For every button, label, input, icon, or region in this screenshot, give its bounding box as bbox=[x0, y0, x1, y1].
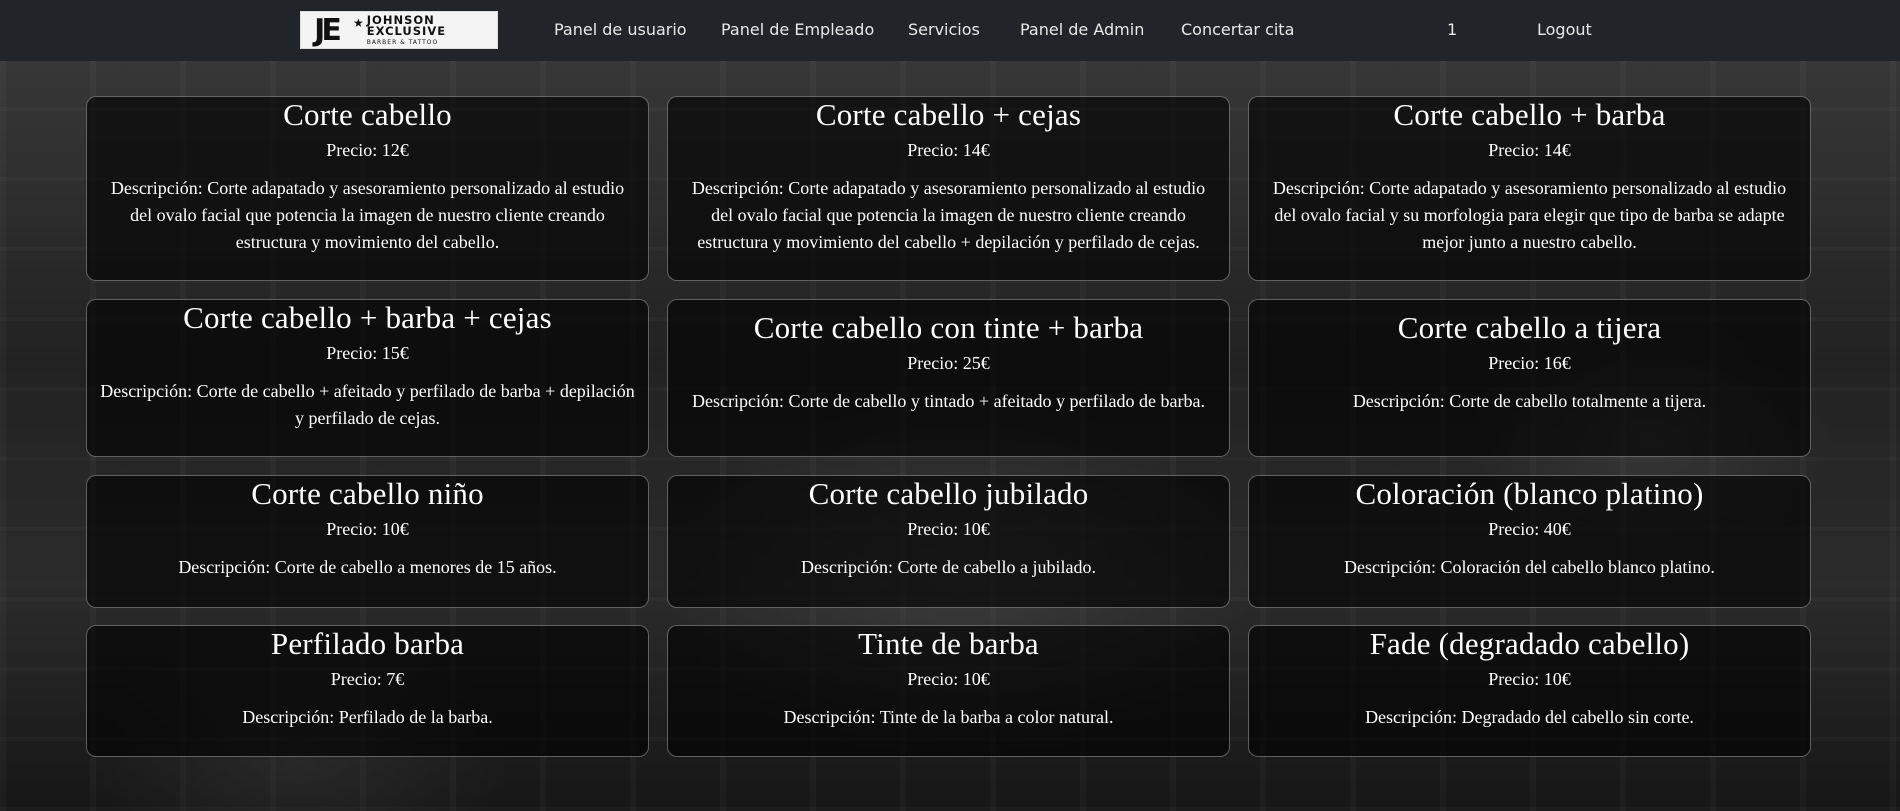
service-description: Descripción: Corte de cabello totalmente… bbox=[1352, 391, 1707, 411]
nav-servicios[interactable]: Servicios bbox=[908, 20, 980, 39]
service-description: Descripción: Coloración del cabello blan… bbox=[1344, 557, 1715, 577]
service-price: Precio: 10€ bbox=[1488, 669, 1571, 689]
service-description: Descripción: Corte de cabello a jubilado… bbox=[801, 557, 1096, 577]
service-title: Corte cabello + cejas bbox=[815, 97, 1082, 132]
service-title: Corte cabello bbox=[283, 97, 452, 132]
service-card: Corte cabello a tijera Precio: 16€ Descr… bbox=[1248, 299, 1811, 457]
service-title: Coloración (blanco platino) bbox=[1355, 476, 1704, 511]
service-price: Precio: 14€ bbox=[907, 140, 990, 160]
nav-user-id[interactable]: 1 bbox=[1447, 20, 1457, 39]
service-description: Descripción: Corte adapatado y asesorami… bbox=[691, 178, 1206, 252]
service-price: Precio: 10€ bbox=[907, 519, 990, 539]
service-title: Tinte de barba bbox=[858, 626, 1039, 661]
service-price: Precio: 10€ bbox=[326, 519, 409, 539]
nav-logout[interactable]: Logout bbox=[1537, 20, 1592, 39]
service-card: Corte cabello + barba Precio: 14€ Descri… bbox=[1248, 96, 1811, 281]
service-price: Precio: 7€ bbox=[330, 669, 405, 689]
navbar: JE ★ JOHNSON EXCLUSIVE BARBER & TATTOO P… bbox=[0, 0, 1900, 61]
service-price: Precio: 12€ bbox=[326, 140, 409, 160]
service-description: Descripción: Perfilado de la barba. bbox=[242, 707, 493, 727]
service-title: Perfilado barba bbox=[270, 626, 465, 661]
service-description: Descripción: Corte adapatado y asesorami… bbox=[110, 178, 625, 252]
service-title: Fade (degradado cabello) bbox=[1369, 626, 1690, 661]
service-card: Corte cabello + cejas Precio: 14€ Descri… bbox=[667, 96, 1230, 281]
service-card: Corte cabello niño Precio: 10€ Descripci… bbox=[86, 475, 649, 608]
service-title: Corte cabello jubilado bbox=[808, 476, 1089, 511]
nav-panel-admin[interactable]: Panel de Admin bbox=[1020, 20, 1144, 39]
service-title: Corte cabello niño bbox=[251, 476, 484, 511]
service-description: Descripción: Corte de cabello a menores … bbox=[178, 557, 557, 577]
service-description: Descripción: Tinte de la barba a color n… bbox=[783, 707, 1114, 727]
service-price: Precio: 16€ bbox=[1488, 353, 1571, 373]
service-title: Corte cabello + barba bbox=[1393, 97, 1666, 132]
logo-line-2: EXCLUSIVE bbox=[366, 24, 447, 38]
service-title: Corte cabello + barba + cejas bbox=[183, 300, 552, 335]
service-price: Precio: 40€ bbox=[1488, 519, 1571, 539]
services-grid: Corte cabello Precio: 12€ Descripción: C… bbox=[0, 0, 1900, 811]
service-card: Corte cabello + barba + cejas Precio: 15… bbox=[86, 299, 649, 457]
logo-text: JOHNSON EXCLUSIVE BARBER & TATTOO bbox=[366, 14, 447, 46]
nav-concertar-cita[interactable]: Concertar cita bbox=[1181, 20, 1294, 39]
nav-panel-usuario[interactable]: Panel de usuario bbox=[554, 20, 687, 39]
service-description: Descripción: Corte de cabello + afeitado… bbox=[100, 381, 635, 428]
service-price: Precio: 10€ bbox=[907, 669, 990, 689]
service-card: Fade (degradado cabello) Precio: 10€ Des… bbox=[1248, 625, 1811, 757]
service-title: Corte cabello con tinte + barba bbox=[753, 310, 1144, 345]
brand-logo[interactable]: JE ★ JOHNSON EXCLUSIVE BARBER & TATTOO bbox=[300, 11, 498, 49]
service-description: Descripción: Corte de cabello y tintado … bbox=[692, 391, 1205, 411]
service-card: Tinte de barba Precio: 10€ Descripción: … bbox=[667, 625, 1230, 757]
service-description: Descripción: Degradado del cabello sin c… bbox=[1365, 707, 1694, 727]
service-card: Coloración (blanco platino) Precio: 40€ … bbox=[1248, 475, 1811, 608]
service-price: Precio: 25€ bbox=[907, 353, 990, 373]
service-card: Perfilado barba Precio: 7€ Descripción: … bbox=[86, 625, 649, 757]
service-card: Corte cabello Precio: 12€ Descripción: C… bbox=[86, 96, 649, 281]
star-icon: ★ bbox=[353, 15, 364, 30]
nav-panel-empleado[interactable]: Panel de Empleado bbox=[721, 20, 874, 39]
service-description: Descripción: Corte adapatado y asesorami… bbox=[1272, 178, 1787, 252]
service-price: Precio: 15€ bbox=[326, 343, 409, 363]
service-card: Corte cabello jubilado Precio: 10€ Descr… bbox=[667, 475, 1230, 608]
logo-mark: JE bbox=[314, 12, 342, 48]
service-title: Corte cabello a tijera bbox=[1397, 310, 1662, 345]
logo-line-3: BARBER & TATTOO bbox=[366, 38, 439, 46]
service-price: Precio: 14€ bbox=[1488, 140, 1571, 160]
service-card: Corte cabello con tinte + barba Precio: … bbox=[667, 299, 1230, 457]
